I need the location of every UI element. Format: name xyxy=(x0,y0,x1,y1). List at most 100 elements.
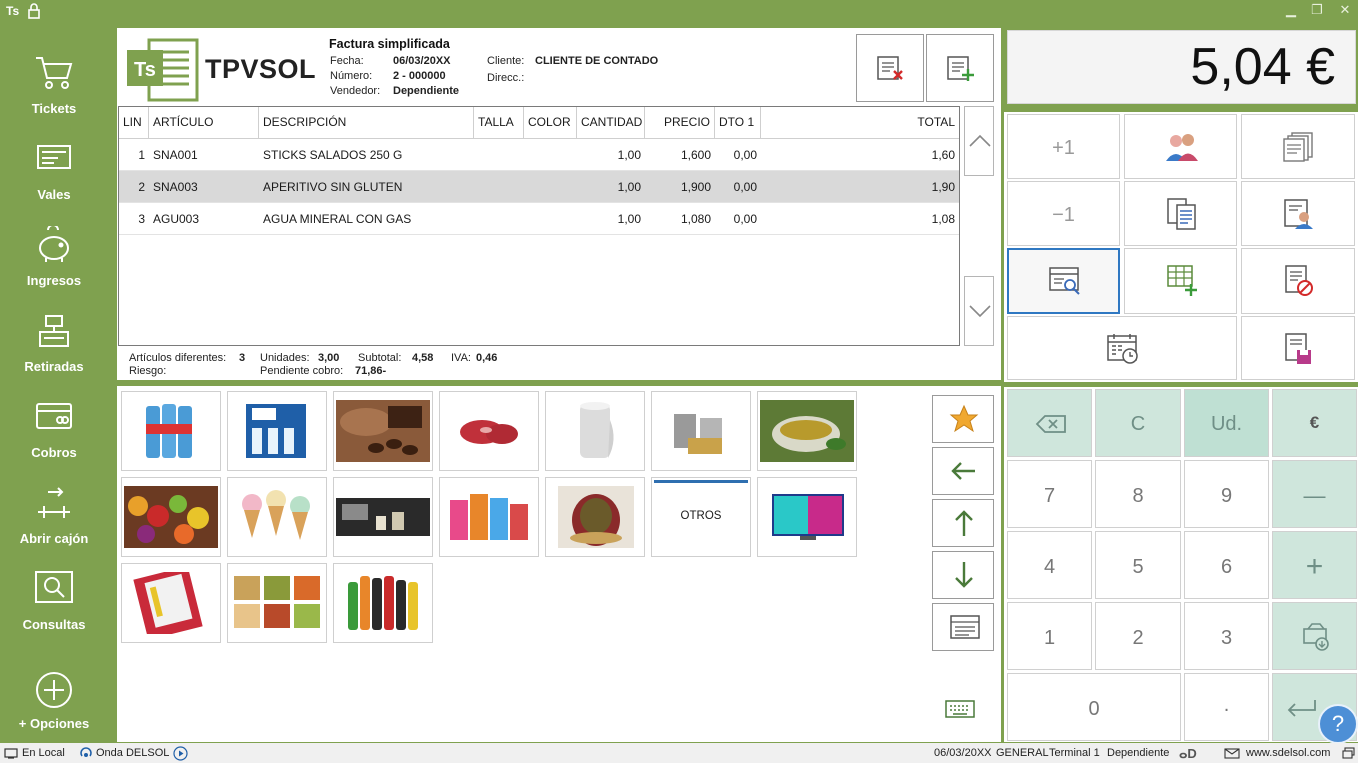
key-7[interactable]: 7 xyxy=(1007,460,1092,528)
product-cleaning-products[interactable] xyxy=(439,477,539,557)
cans-image xyxy=(674,414,722,454)
product-prepared-meals[interactable] xyxy=(227,563,327,643)
key-8[interactable]: 8 xyxy=(1095,460,1181,528)
calendar-button[interactable] xyxy=(1007,316,1237,380)
cliente-value[interactable]: CLIENTE DE CONTADO xyxy=(535,55,658,67)
product-chocolate-cocoa[interactable] xyxy=(333,391,433,471)
minus-one-button[interactable]: −1 xyxy=(1007,181,1120,246)
minus-key[interactable]: — xyxy=(1272,460,1357,528)
product-coffee-machine[interactable] xyxy=(333,477,433,557)
sidebar-item-label: Vales xyxy=(37,187,71,202)
product-television[interactable] xyxy=(757,477,857,557)
key-0[interactable]: 0 xyxy=(1007,673,1181,741)
units-key[interactable]: Ud. xyxy=(1184,389,1269,457)
decimal-key[interactable]: . xyxy=(1184,673,1269,741)
cell-descripcion: STICKS SALADOS 250 G xyxy=(263,148,403,162)
scroll-down-button[interactable] xyxy=(964,276,994,346)
product-otros[interactable]: OTROS xyxy=(651,477,751,557)
restore-button[interactable]: ❐ xyxy=(1306,2,1328,20)
add-line-button[interactable] xyxy=(1124,248,1237,314)
sidebar-item-retiradas[interactable]: Retiradas xyxy=(0,298,108,384)
scale-key[interactable] xyxy=(1272,602,1357,670)
euro-key[interactable]: € xyxy=(1272,389,1357,457)
product-notebook[interactable] xyxy=(121,563,221,643)
plus-key[interactable]: + xyxy=(1272,531,1357,599)
close-window-button[interactable]: ✕ xyxy=(1334,2,1356,20)
onda-delsol-link[interactable]: Onda DELSOL xyxy=(96,747,169,759)
sidebar-item-abrir-cajon[interactable]: Abrir cajón xyxy=(0,470,108,556)
sidebar-item-opciones[interactable]: + Opciones xyxy=(0,656,108,742)
back-button[interactable] xyxy=(932,447,994,495)
save-ticket-button[interactable] xyxy=(1241,316,1355,380)
product-fruits[interactable] xyxy=(121,477,221,557)
ticket-panel: Ts TPVSOL Factura simplificada Fecha: 06… xyxy=(117,28,1001,380)
column-header[interactable]: DESCRIPCIÓN xyxy=(259,107,474,138)
sidebar-item-tickets[interactable]: Tickets xyxy=(0,40,108,126)
help-button[interactable]: ? xyxy=(1318,704,1358,744)
plus-one-button[interactable]: +1 xyxy=(1007,114,1120,179)
key-5[interactable]: 5 xyxy=(1095,531,1181,599)
copy-documents-button[interactable] xyxy=(1124,181,1237,246)
sidebar-item-label: Abrir cajón xyxy=(19,531,89,546)
product-soft-drinks[interactable] xyxy=(333,563,433,643)
backspace-key[interactable] xyxy=(1007,389,1092,457)
product-canned-food[interactable] xyxy=(651,391,751,471)
sidebar-item-vales[interactable]: Vales xyxy=(0,126,108,212)
cell-lin: 2 xyxy=(138,180,145,194)
new-document-icon xyxy=(947,56,974,81)
cliente-label: Cliente: xyxy=(487,55,525,67)
scroll-up-button[interactable] xyxy=(964,106,994,176)
sidebar-item-ingresos[interactable]: Ingresos xyxy=(0,212,108,298)
product-water-bottles-pack[interactable] xyxy=(121,391,221,471)
key-3[interactable]: 3 xyxy=(1184,602,1269,670)
tickets-list-button[interactable] xyxy=(1241,114,1355,179)
play-icon[interactable] xyxy=(173,746,188,761)
column-header[interactable]: LIN xyxy=(119,107,149,138)
search-ticket-button[interactable] xyxy=(1007,248,1120,314)
fecha-value: 06/03/20XX xyxy=(393,55,451,67)
favorites-button[interactable] xyxy=(932,395,994,443)
product-tea-cup[interactable] xyxy=(757,391,857,471)
product-ice-cream-cones[interactable] xyxy=(227,477,327,557)
lock-icon[interactable] xyxy=(27,3,41,19)
column-header[interactable]: TALLA xyxy=(474,107,524,138)
product-list-button[interactable] xyxy=(932,603,994,651)
vendor-document-icon xyxy=(1284,199,1313,229)
column-header[interactable]: TOTAL xyxy=(761,107,959,138)
column-header[interactable]: DTO 1 xyxy=(715,107,761,138)
column-header[interactable]: PRECIO xyxy=(645,107,715,138)
table-row[interactable]: 1 SNA001 STICKS SALADOS 250 G 1,00 1,600… xyxy=(119,139,959,171)
key-label: 1 xyxy=(1043,627,1056,649)
product-gift-basket[interactable] xyxy=(545,477,645,557)
key-9[interactable]: 9 xyxy=(1184,460,1269,528)
table-row-selected[interactable]: 2 SNA003 APERITIVO SIN GLUTEN 1,00 1,900… xyxy=(119,171,959,203)
key-4[interactable]: 4 xyxy=(1007,531,1092,599)
mail-icon[interactable] xyxy=(1224,748,1240,759)
key-2[interactable]: 2 xyxy=(1095,602,1181,670)
cancel-ticket-button[interactable] xyxy=(1241,248,1355,314)
new-ticket-button[interactable] xyxy=(926,34,994,102)
key-6[interactable]: 6 xyxy=(1184,531,1269,599)
delete-ticket-button[interactable] xyxy=(856,34,924,102)
keyboard-icon[interactable] xyxy=(945,699,975,719)
voucher-icon xyxy=(37,145,71,169)
clear-key[interactable]: C xyxy=(1095,389,1181,457)
minimize-button[interactable]: ▁ xyxy=(1280,2,1302,20)
sidebar-item-consultas[interactable]: Consultas xyxy=(0,556,108,642)
window-icon[interactable] xyxy=(1342,747,1355,759)
vendor-button[interactable] xyxy=(1241,181,1355,246)
page-down-button[interactable] xyxy=(932,551,994,599)
website-link[interactable]: www.sdelsol.com xyxy=(1246,747,1330,759)
sidebar-item-cobros[interactable]: Cobros xyxy=(0,384,108,470)
product-spa-water-pack[interactable] xyxy=(227,391,327,471)
product-raw-meat[interactable] xyxy=(439,391,539,471)
column-header[interactable]: COLOR xyxy=(524,107,577,138)
column-header[interactable]: CANTIDAD xyxy=(577,107,645,138)
key-1[interactable]: 1 xyxy=(1007,602,1092,670)
customer-button[interactable] xyxy=(1124,114,1237,179)
column-header[interactable]: ARTÍCULO xyxy=(149,107,259,138)
table-row[interactable]: 3 AGU003 AGUA MINERAL CON GAS 1,00 1,080… xyxy=(119,203,959,235)
cell-precio: 1,900 xyxy=(680,180,711,194)
product-paper-roll[interactable] xyxy=(545,391,645,471)
page-up-button[interactable] xyxy=(932,499,994,547)
